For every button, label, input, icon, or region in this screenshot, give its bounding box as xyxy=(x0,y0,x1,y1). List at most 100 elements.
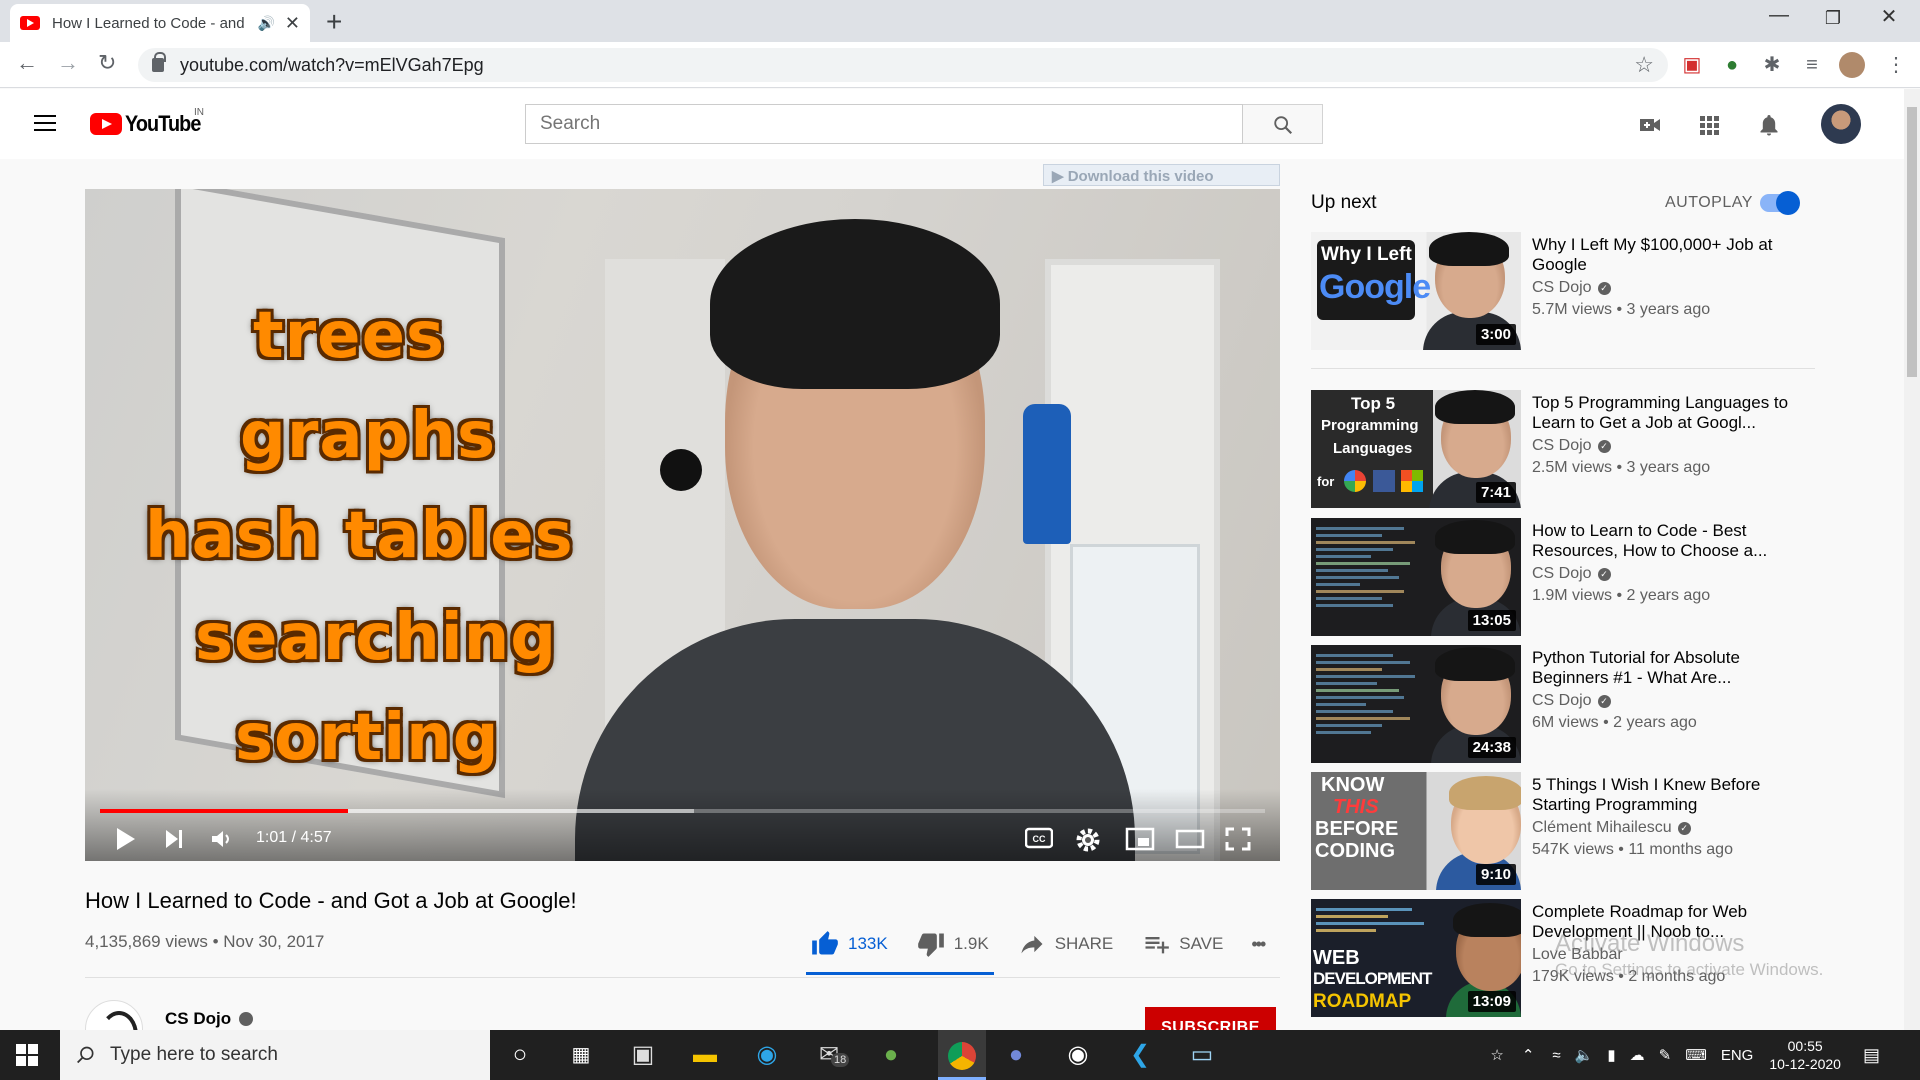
battery-icon[interactable]: ▮ xyxy=(1607,1046,1615,1064)
recommended-title[interactable]: Python Tutorial for Absolute Beginners #… xyxy=(1532,648,1792,688)
lock-icon[interactable] xyxy=(152,52,166,72)
recommended-video[interactable]: 24:38 Python Tutorial for Absolute Begin… xyxy=(1311,645,1811,763)
video-thumbnail[interactable]: 13:05 xyxy=(1311,518,1521,636)
keyboard-icon[interactable]: ⌨ xyxy=(1685,1046,1707,1064)
extensions-puzzle-icon[interactable]: ✱ xyxy=(1759,52,1785,78)
cortana-icon[interactable]: ○ xyxy=(504,1039,536,1071)
recommended-video[interactable]: Why I Left Google 3:00 Why I Left My $10… xyxy=(1311,232,1811,350)
video-thumbnail[interactable]: 24:38 xyxy=(1311,645,1521,763)
menu-icon[interactable] xyxy=(34,115,56,131)
recommended-channel[interactable]: CS Dojo xyxy=(1532,437,1592,454)
extension-globe-icon[interactable]: ● xyxy=(1719,52,1745,78)
notifications-icon[interactable]: ▤ xyxy=(1863,1045,1880,1066)
extension-shield-icon[interactable]: ▣ xyxy=(1679,52,1705,78)
recommended-channel[interactable]: Clément Mihailescu xyxy=(1532,819,1672,836)
chevron-up-icon[interactable]: ⌃ xyxy=(1522,1046,1535,1064)
volume-icon[interactable] xyxy=(210,827,234,857)
language-indicator[interactable]: ENG xyxy=(1721,1047,1754,1064)
scrollbar-thumb[interactable] xyxy=(1907,107,1917,377)
video-thumbnail[interactable]: WEB DEVELOPMENT ROADMAP 13:09 xyxy=(1311,899,1521,1017)
settings-gear-icon[interactable] xyxy=(1075,827,1101,859)
fullscreen-icon[interactable] xyxy=(1225,827,1251,857)
recommended-video[interactable]: Top 5 Programming Languages for 7:41 Top… xyxy=(1311,390,1811,508)
windows-start-icon[interactable] xyxy=(16,1044,38,1066)
new-tab-button[interactable]: + xyxy=(326,6,342,38)
share-button[interactable]: SHARE xyxy=(1017,930,1113,958)
theater-mode-icon[interactable] xyxy=(1175,827,1205,857)
close-tab-icon[interactable]: ✕ xyxy=(285,13,300,34)
channel-name[interactable]: CS Dojo xyxy=(165,1009,231,1029)
audio-playing-icon[interactable]: 🔊 xyxy=(257,15,274,32)
video-thumbnail[interactable]: Top 5 Programming Languages for 7:41 xyxy=(1311,390,1521,508)
notepad-app-icon[interactable]: ▭ xyxy=(1186,1039,1218,1071)
thumb-text: WEB xyxy=(1313,947,1360,969)
discord-icon[interactable]: ● xyxy=(1000,1039,1032,1071)
chrome-menu-icon[interactable]: ⋮ xyxy=(1883,52,1909,78)
dislike-button[interactable]: 1.9K xyxy=(916,930,989,958)
profile-avatar-icon[interactable] xyxy=(1839,52,1865,78)
autoplay-toggle[interactable] xyxy=(1760,191,1800,215)
address-bar[interactable]: youtube.com/watch?v=mElVGah7Epg ☆ xyxy=(138,48,1668,82)
save-button[interactable]: SAVE xyxy=(1141,930,1223,958)
file-explorer-icon[interactable]: ▬ xyxy=(689,1039,721,1071)
like-button[interactable]: 133K xyxy=(810,930,888,958)
recommended-video[interactable]: WEB DEVELOPMENT ROADMAP 13:09 Complete R… xyxy=(1311,899,1811,1017)
notifications-bell-icon[interactable] xyxy=(1757,113,1781,137)
miniplayer-icon[interactable] xyxy=(1125,827,1155,857)
vscode-icon[interactable]: ❮ xyxy=(1124,1039,1156,1071)
account-avatar[interactable] xyxy=(1821,104,1861,144)
video-thumbnail[interactable]: Why I Left Google 3:00 xyxy=(1311,232,1521,350)
recommended-title[interactable]: Top 5 Programming Languages to Learn to … xyxy=(1532,393,1792,433)
restore-icon[interactable]: ❐ xyxy=(1810,8,1856,29)
mail-badge: 18 xyxy=(831,1053,850,1067)
video-thumbnail[interactable]: KNOW THIS BEFORE CODING 9:10 xyxy=(1311,772,1521,890)
onedrive-icon[interactable]: ☁ xyxy=(1630,1046,1645,1064)
clock[interactable]: 00:55 10-12-2020 xyxy=(1769,1037,1841,1073)
captions-icon[interactable]: CC xyxy=(1024,827,1054,855)
close-window-icon[interactable]: ✕ xyxy=(1866,4,1912,29)
recommended-video[interactable]: 13:05 How to Learn to Code - Best Resour… xyxy=(1311,518,1811,636)
pen-icon[interactable]: ✎ xyxy=(1659,1046,1672,1064)
youtube-logo[interactable]: YouTube IN xyxy=(90,107,209,137)
apps-grid-icon[interactable] xyxy=(1697,113,1721,137)
page-scrollbar[interactable] xyxy=(1904,89,1920,1030)
media-control-icon[interactable]: ≡ xyxy=(1799,52,1825,78)
taskbar-search-box[interactable]: Type here to search xyxy=(60,1030,490,1080)
recommended-title[interactable]: Why I Left My $100,000+ Job at Google xyxy=(1532,235,1792,275)
recommended-channel[interactable]: CS Dojo xyxy=(1532,279,1592,296)
browser-tab[interactable]: How I Learned to Code - and 🔊 ✕ xyxy=(10,4,310,42)
search-input[interactable] xyxy=(525,104,1243,144)
video-actions: 133K 1.9K SHARE SAVE ••• xyxy=(810,930,1292,958)
play-icon[interactable] xyxy=(115,827,137,857)
progress-bar[interactable] xyxy=(100,809,1265,813)
edge-browser-icon[interactable]: ◉ xyxy=(751,1039,783,1071)
forward-icon[interactable]: → xyxy=(57,50,79,76)
people-icon[interactable]: ☆ xyxy=(1490,1046,1503,1064)
task-view-icon[interactable]: ▦ xyxy=(565,1039,597,1071)
download-video-bar[interactable]: ▶ Download this video xyxy=(1043,164,1280,186)
wifi-icon[interactable]: ≈ xyxy=(1552,1047,1560,1064)
create-video-icon[interactable] xyxy=(1638,113,1662,137)
played-bar xyxy=(100,809,349,813)
search-button[interactable] xyxy=(1243,104,1323,144)
github-icon[interactable]: ◉ xyxy=(1062,1039,1094,1071)
globe-app-icon[interactable]: ● xyxy=(875,1039,907,1071)
mail-icon[interactable]: ✉ 18 xyxy=(813,1039,850,1071)
video-player[interactable]: trees graphs hash tables searching sorti… xyxy=(85,189,1280,861)
bookmark-star-icon[interactable]: ☆ xyxy=(1634,52,1654,78)
store-icon[interactable]: ▣ xyxy=(627,1039,659,1071)
clock-date: 10-12-2020 xyxy=(1769,1056,1841,1072)
minimize-icon[interactable]: — xyxy=(1756,4,1802,27)
back-icon[interactable]: ← xyxy=(16,50,38,76)
recommended-channel[interactable]: CS Dojo xyxy=(1532,565,1592,582)
reload-icon[interactable]: ↻ xyxy=(98,50,116,76)
dislike-count: 1.9K xyxy=(953,934,989,953)
chrome-taskbar-icon[interactable] xyxy=(938,1030,986,1080)
recommended-video[interactable]: KNOW THIS BEFORE CODING 9:10 5 Things I … xyxy=(1311,772,1811,890)
recommended-title[interactable]: 5 Things I Wish I Knew Before Starting P… xyxy=(1532,775,1792,815)
volume-tray-icon[interactable]: 🔈 xyxy=(1575,1046,1594,1064)
recommended-channel[interactable]: CS Dojo xyxy=(1532,692,1592,709)
more-actions-icon[interactable]: ••• xyxy=(1251,934,1266,955)
recommended-title[interactable]: How to Learn to Code - Best Resources, H… xyxy=(1532,521,1792,561)
next-icon[interactable] xyxy=(163,827,185,857)
